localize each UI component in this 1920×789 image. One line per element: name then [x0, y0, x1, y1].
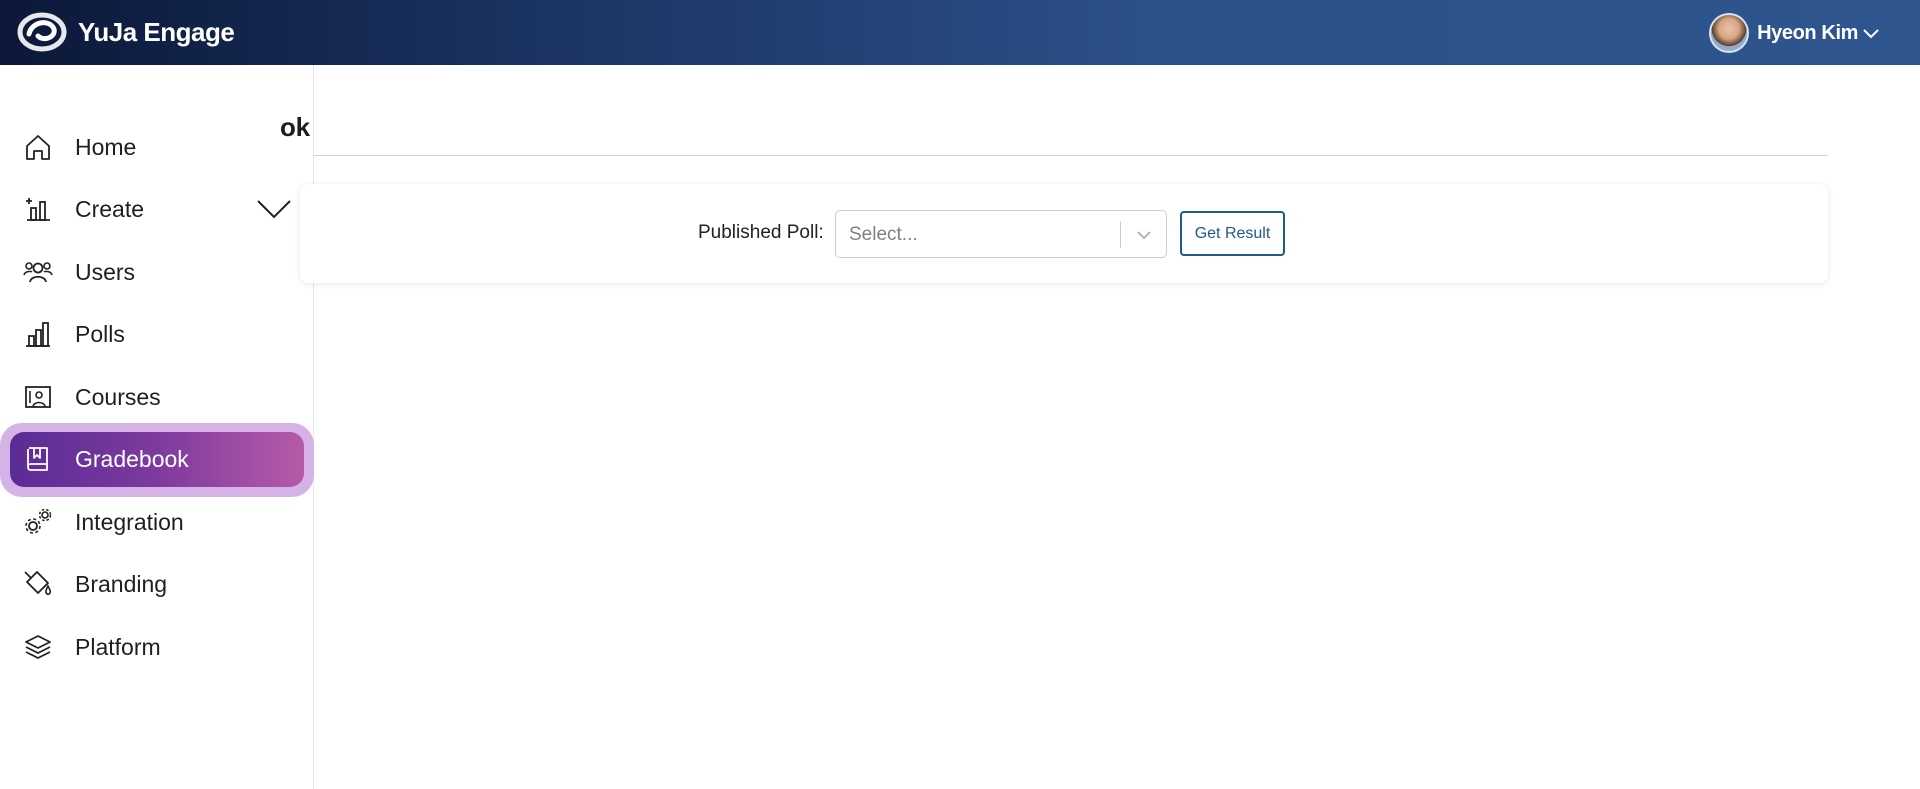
sidebar-item-label: Branding — [75, 570, 168, 597]
chevron-down-icon[interactable] — [256, 198, 292, 220]
published-poll-label: Published Poll: — [698, 222, 824, 243]
sidebar-item-courses[interactable]: Courses — [0, 372, 314, 422]
app-logo[interactable]: YuJa Engage — [14, 9, 235, 55]
chevron-down-icon — [1863, 29, 1879, 39]
home-icon — [22, 131, 54, 163]
sidebar-item-label: Integration — [75, 508, 184, 535]
gradebook-icon — [22, 443, 54, 475]
sidebar-item-label: Home — [75, 133, 137, 160]
get-result-button[interactable]: Get Result — [1180, 211, 1285, 256]
published-poll-select[interactable]: Select... — [835, 210, 1167, 258]
avatar — [1709, 13, 1750, 53]
chevron-down-icon[interactable] — [1135, 228, 1153, 242]
users-icon — [22, 256, 54, 288]
sidebar-item-label: Gradebook — [75, 445, 189, 472]
app-name: YuJa Engage — [78, 16, 235, 47]
sidebar-item-integration[interactable]: Integration — [0, 497, 314, 547]
select-separator — [1120, 221, 1121, 248]
branding-icon — [22, 568, 54, 600]
polls-icon — [22, 318, 54, 350]
user-menu[interactable]: Hyeon Kim — [1709, 13, 1880, 53]
sidebar-item-label: Platform — [75, 633, 161, 660]
title-divider — [314, 155, 1828, 156]
sidebar-item-label: Create — [75, 195, 145, 222]
top-header: YuJa Engage Hyeon Kim — [0, 0, 1920, 65]
select-placeholder: Select... — [849, 224, 918, 245]
sidebar-item-gradebook[interactable]: Gradebook — [0, 434, 314, 484]
sidebar-item-polls[interactable]: Polls — [0, 309, 314, 359]
sidebar-item-label: Users — [75, 258, 136, 285]
page-title: ok — [280, 112, 310, 142]
courses-icon — [22, 381, 54, 413]
sidebar-item-platform[interactable]: Platform — [0, 622, 314, 672]
integration-icon — [22, 506, 54, 538]
create-icon — [22, 193, 54, 225]
platform-icon — [22, 631, 54, 663]
user-name: Hyeon Kim — [1757, 21, 1858, 44]
sidebar-item-branding[interactable]: Branding — [0, 559, 314, 609]
sidebar-item-create[interactable]: Create — [0, 184, 314, 234]
sidebar-item-users[interactable]: Users — [0, 247, 314, 297]
sidebar-item-label: Courses — [75, 383, 161, 410]
sidebar-item-label: Polls — [75, 320, 125, 347]
yuja-logo-icon — [17, 12, 67, 52]
sidebar-item-home[interactable]: Home — [0, 122, 314, 172]
